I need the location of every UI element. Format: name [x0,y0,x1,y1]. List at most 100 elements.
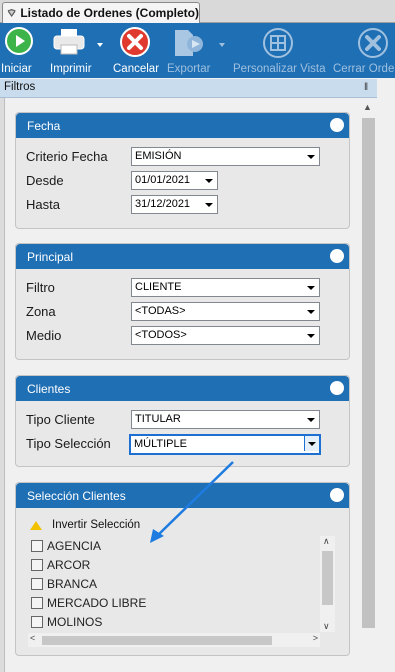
chevron-down-icon[interactable] [304,328,318,343]
checkbox[interactable] [31,540,43,552]
criterio-fecha-label: Criterio Fecha [26,149,108,164]
list-item[interactable]: MERCADO LIBRE [31,595,311,613]
cancelar-label: Cancelar [113,63,160,75]
content-scrollbar[interactable]: ▲ [360,100,376,672]
grid-icon [263,28,293,58]
chevron-up-icon[interactable]: ∧ [323,536,330,547]
medio-select[interactable]: <TODOS> [131,326,320,345]
checkbox[interactable] [31,559,43,571]
desde-row: Desde 01/01/2021 [26,171,336,191]
chevron-down-icon[interactable] [202,197,216,212]
hasta-label: Hasta [26,197,60,212]
list-item[interactable]: AGENCIA [31,538,311,556]
zona-value: <TODAS> [135,305,186,317]
tipo-seleccion-select[interactable]: MÚLTIPLE [129,434,321,455]
tipo-cliente-label: Tipo Cliente [26,412,95,427]
chevron-down-icon[interactable] [202,173,216,188]
collapse-icon[interactable] [330,381,344,395]
seleccion-clientes-panel-header: Selección Clientes [16,483,349,508]
invert-selection-icon [30,521,42,530]
imprimir-dropdown-icon[interactable] [97,43,103,47]
desde-date-field[interactable]: 01/01/2021 [131,171,218,190]
checkbox[interactable] [31,616,43,628]
printer-icon [53,29,85,55]
list-horizontal-scrollbar[interactable]: < > [28,633,320,647]
checkbox[interactable] [31,578,43,590]
hasta-date-field[interactable]: 31/12/2021 [131,195,218,214]
filtro-row: Filtro CLIENTE [26,278,336,298]
list-scroll-thumb[interactable] [322,551,333,605]
toolbar: Iniciar Imprimir Cancelar Exportar Perso… [0,23,395,78]
fecha-panel-title: Fecha [27,119,61,133]
tab-listado-ordenes[interactable]: Listado de Ordenes (Completo) [2,2,200,23]
hasta-row: Hasta 31/12/2021 [26,195,336,215]
cerrar-orden-button[interactable]: Cerrar Orde [330,23,395,78]
tab-label: Listado de Ordenes (Completo) [20,6,199,20]
principal-panel: Principal Filtro CLIENTE Zona <TODAS> Me… [15,243,350,360]
exportar-button[interactable]: Exportar [165,23,225,78]
seleccion-clientes-title: Selección Clientes [27,489,126,503]
list-item[interactable]: BRANCA [31,576,311,594]
chevron-right-icon[interactable]: > [313,633,318,643]
tipo-cliente-row: Tipo Cliente TITULAR [26,410,336,430]
cerrar-orden-label: Cerrar Orde [333,63,395,75]
left-splitter[interactable] [0,98,5,672]
clientes-panel-header: Clientes [16,376,349,401]
chevron-down-icon[interactable] [304,412,318,427]
item-label: ARCOR [47,558,91,572]
zona-select[interactable]: <TODAS> [131,302,320,321]
chevron-down-icon[interactable] [304,149,318,164]
invertir-seleccion-label: Invertir Selección [52,519,141,531]
collapse-icon[interactable] [330,249,344,263]
filtro-select[interactable]: CLIENTE [131,278,320,297]
list-vertical-scrollbar[interactable]: ∧ ∨ [320,536,335,632]
principal-panel-title: Principal [27,250,74,264]
imprimir-button[interactable]: Imprimir [45,23,105,78]
personalizar-vista-button[interactable]: Personalizar Vista [230,23,325,78]
cancelar-button[interactable]: Cancelar [110,23,160,78]
item-label: MERCADO LIBRE [47,596,147,610]
hasta-value: 31/12/2021 [135,198,191,210]
cancel-icon [120,27,150,57]
clientes-checklist[interactable]: AGENCIA ARCOR BRANCA MERCADO LIBRE MOLIN… [28,536,335,648]
criterio-fecha-select[interactable]: EMISIÓN [131,147,320,166]
list-item[interactable]: ARCOR [31,557,311,575]
tipo-seleccion-row: Tipo Selección MÚLTIPLE [26,434,336,455]
chevron-down-icon[interactable] [304,304,318,319]
tipo-cliente-select[interactable]: TITULAR [131,410,320,429]
filtro-label: Filtro [26,280,55,295]
chevron-down-icon[interactable]: ∨ [323,621,330,632]
fecha-panel: Fecha Criterio Fecha EMISIÓN Desde 01/01… [15,112,350,229]
exportar-label: Exportar [167,63,211,75]
tipo-seleccion-value: MÚLTIPLE [134,438,187,450]
scroll-thumb[interactable] [362,118,375,628]
principal-panel-header: Principal [16,244,349,269]
play-icon [5,27,33,55]
medio-row: Medio <TODOS> [26,326,336,346]
checkbox[interactable] [31,597,43,609]
imprimir-label: Imprimir [50,63,92,75]
item-label: AGENCIA [47,539,102,553]
criterio-fecha-value: EMISIÓN [135,150,182,162]
chevron-down-icon[interactable] [304,436,319,451]
pin-icon[interactable]: ‖ [364,82,368,93]
list-item[interactable]: MOLINOS [31,614,311,632]
app-icon [7,9,16,17]
item-label: MOLINOS [47,615,103,629]
desde-label: Desde [26,173,64,188]
fecha-panel-header: Fecha [16,113,349,138]
exportar-dropdown-icon[interactable] [219,43,225,47]
export-icon [175,30,203,56]
iniciar-button[interactable]: Iniciar [0,23,40,78]
chevron-left-icon[interactable]: < [30,633,35,643]
list-hscroll-thumb[interactable] [42,636,272,645]
close-icon [358,28,388,58]
collapse-icon[interactable] [330,118,344,132]
scroll-up-icon[interactable]: ▲ [363,102,372,112]
zona-label: Zona [26,304,56,319]
collapse-icon[interactable] [330,488,344,502]
chevron-down-icon[interactable] [304,280,318,295]
medio-value: <TODOS> [135,329,187,341]
tipo-cliente-value: TITULAR [135,413,181,425]
filtros-title: Filtros [4,81,36,93]
